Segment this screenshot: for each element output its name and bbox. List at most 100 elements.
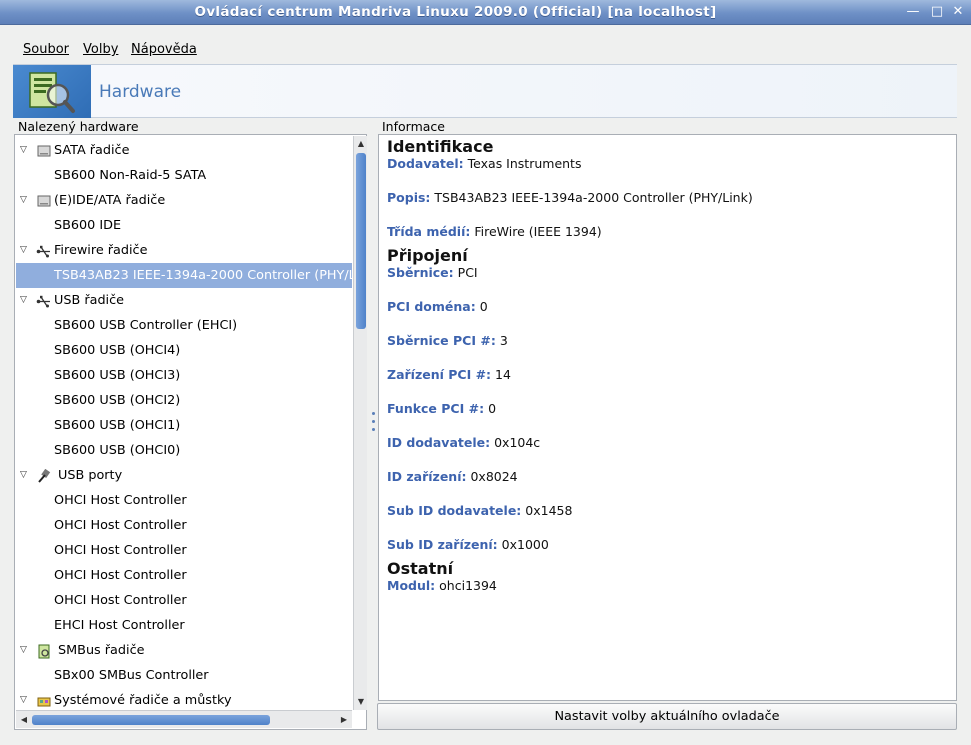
tree-item[interactable]: TSB43AB23 IEEE-1394a-2000 Controller (PH… [16, 263, 352, 288]
tree-category[interactable]: ▽ (E)IDE/ATA řadiče [16, 188, 352, 213]
tree-item[interactable]: SB600 Non-Raid-5 SATA [16, 163, 352, 188]
tree-label: SBx00 SMBus Controller [54, 668, 209, 683]
info-field-key: Sběrnice PCI #: [387, 333, 496, 348]
close-button[interactable]: ✕ [950, 4, 966, 20]
tree-label: USB řadiče [54, 293, 125, 308]
menu-napoveda[interactable]: Nápověda [131, 42, 197, 57]
info-field-key: Třída médií: [387, 224, 471, 239]
info-section-title: Připojení [387, 246, 468, 265]
tree-label: SB600 USB Controller (EHCI) [54, 318, 238, 333]
tree-label: EHCI Host Controller [54, 618, 185, 633]
tree-label: SB600 USB (OHCI3) [54, 368, 181, 383]
tree-label: SB600 Non-Raid-5 SATA [54, 168, 207, 183]
hardware-icon [13, 65, 91, 118]
banner-title: Hardware [99, 82, 182, 102]
left-panel-label: Nalezený hardware [18, 119, 139, 134]
hardware-tree[interactable]: ▽ SATA řadiče SB600 Non-Raid-5 SATA ▽ (E)IDE… [16, 136, 352, 710]
pane-splitter[interactable] [370, 410, 376, 436]
expand-arrow-icon[interactable]: ▽ [20, 688, 32, 710]
tree-item[interactable]: SB600 USB (OHCI3) [16, 363, 352, 388]
info-field: ID dodavatele: 0x104c [387, 435, 540, 450]
expand-arrow-icon[interactable]: ▽ [20, 188, 32, 213]
expand-arrow-icon[interactable]: ▽ [20, 138, 32, 163]
info-field-value: 0 [479, 299, 488, 314]
info-field: PCI doména: 0 [387, 299, 488, 314]
scroll-right-arrow-icon[interactable]: ▶ [338, 714, 350, 726]
info-field: Popis: TSB43AB23 IEEE-1394a-2000 Control… [387, 190, 753, 205]
tree-item[interactable]: OHCI Host Controller [16, 538, 352, 563]
expand-arrow-icon[interactable]: ▽ [20, 238, 32, 263]
scroll-left-arrow-icon[interactable]: ◀ [18, 714, 30, 726]
configure-driver-button[interactable]: Nastavit volby aktuálního ovladače [377, 703, 957, 730]
menu-soubor[interactable]: Soubor [23, 42, 69, 57]
scroll-down-arrow-icon[interactable]: ▼ [355, 696, 367, 708]
vertical-scroll-thumb[interactable] [356, 153, 366, 329]
tree-label: OHCI Host Controller [54, 593, 187, 608]
tree-item[interactable]: SB600 USB Controller (EHCI) [16, 313, 352, 338]
tree-item[interactable]: EHCI Host Controller [16, 613, 352, 638]
usb-symbol-icon [36, 293, 52, 308]
info-field: Sběrnice: PCI [387, 265, 478, 280]
tree-label: SATA řadiče [54, 143, 130, 158]
tree-category[interactable]: ▽ SMBus řadiče [16, 638, 352, 663]
tree-category[interactable]: ▽ USB porty [16, 463, 352, 488]
tree-item[interactable]: SB600 IDE [16, 213, 352, 238]
expand-arrow-icon[interactable]: ▽ [20, 463, 32, 488]
info-field-key: ID zařízení: [387, 469, 467, 484]
info-field-value: 3 [499, 333, 508, 348]
info-field-value: TSB43AB23 IEEE-1394a-2000 Controller (PH… [434, 190, 753, 205]
info-field: Dodavatel: Texas Instruments [387, 156, 581, 171]
bridge-icon [36, 693, 52, 708]
tree-label: SB600 USB (OHCI1) [54, 418, 181, 433]
info-field-value: 0x1458 [525, 503, 573, 518]
menu-volby[interactable]: Volby [83, 42, 118, 57]
info-field-value: Texas Instruments [467, 156, 582, 171]
tree-item[interactable]: SB600 USB (OHCI4) [16, 338, 352, 363]
tree-label: TSB43AB23 IEEE-1394a-2000 Controller (PH… [54, 268, 352, 283]
expand-arrow-icon[interactable]: ▽ [20, 288, 32, 313]
info-field-value: 0 [488, 401, 497, 416]
vertical-scrollbar[interactable]: ▲ ▼ [353, 136, 367, 710]
harddisk-icon [36, 193, 52, 208]
tree-category[interactable]: ▽ USB řadiče [16, 288, 352, 313]
info-field-key: Sub ID zařízení: [387, 537, 498, 552]
info-field-key: PCI doména: [387, 299, 476, 314]
tree-category[interactable]: ▽ SATA řadiče [16, 138, 352, 163]
info-field-value: 0x1000 [501, 537, 549, 552]
tree-label: USB porty [58, 468, 123, 483]
scroll-up-arrow-icon[interactable]: ▲ [355, 138, 367, 150]
tree-label: SB600 USB (OHCI4) [54, 343, 181, 358]
tree-item[interactable]: SB600 USB (OHCI1) [16, 413, 352, 438]
harddisk-icon [36, 143, 52, 158]
info-field: Zařízení PCI #: 14 [387, 367, 511, 382]
info-field-key: Popis: [387, 190, 431, 205]
tree-label: OHCI Host Controller [54, 543, 187, 558]
info-field-key: ID dodavatele: [387, 435, 491, 450]
minimize-button[interactable]: — [905, 4, 921, 20]
tree-item[interactable]: SBx00 SMBus Controller [16, 663, 352, 688]
info-field: Třída médií: FireWire (IEEE 1394) [387, 224, 602, 239]
tree-label: Systémové řadiče a můstky [54, 693, 232, 708]
maximize-button[interactable]: □ [929, 4, 945, 20]
horizontal-scrollbar[interactable]: ◀ ▶ [16, 710, 352, 728]
tree-item[interactable]: OHCI Host Controller [16, 563, 352, 588]
window-title: Ovládací centrum Mandriva Linuxu 2009.0 … [194, 4, 717, 20]
tree-label: (E)IDE/ATA řadiče [54, 193, 166, 208]
info-field: Sběrnice PCI #: 3 [387, 333, 508, 348]
tree-category[interactable]: ▽ Firewire řadiče [16, 238, 352, 263]
tree-label: Firewire řadiče [54, 243, 148, 258]
section-banner: Hardware [13, 64, 957, 118]
tree-category[interactable]: ▽ Systémové řadiče a můstky [16, 688, 352, 710]
info-field: Sub ID zařízení: 0x1000 [387, 537, 549, 552]
tree-item[interactable]: OHCI Host Controller [16, 488, 352, 513]
tree-item[interactable]: SB600 USB (OHCI0) [16, 438, 352, 463]
tree-item[interactable]: OHCI Host Controller [16, 588, 352, 613]
info-field-key: Sběrnice: [387, 265, 454, 280]
tree-item[interactable]: OHCI Host Controller [16, 513, 352, 538]
horizontal-scroll-thumb[interactable] [32, 715, 270, 725]
expand-arrow-icon[interactable]: ▽ [20, 638, 32, 663]
info-section-title: Identifikace [387, 137, 494, 156]
tree-item[interactable]: SB600 USB (OHCI2) [16, 388, 352, 413]
tree-label: SB600 USB (OHCI2) [54, 393, 181, 408]
info-field-key: Dodavatel: [387, 156, 464, 171]
